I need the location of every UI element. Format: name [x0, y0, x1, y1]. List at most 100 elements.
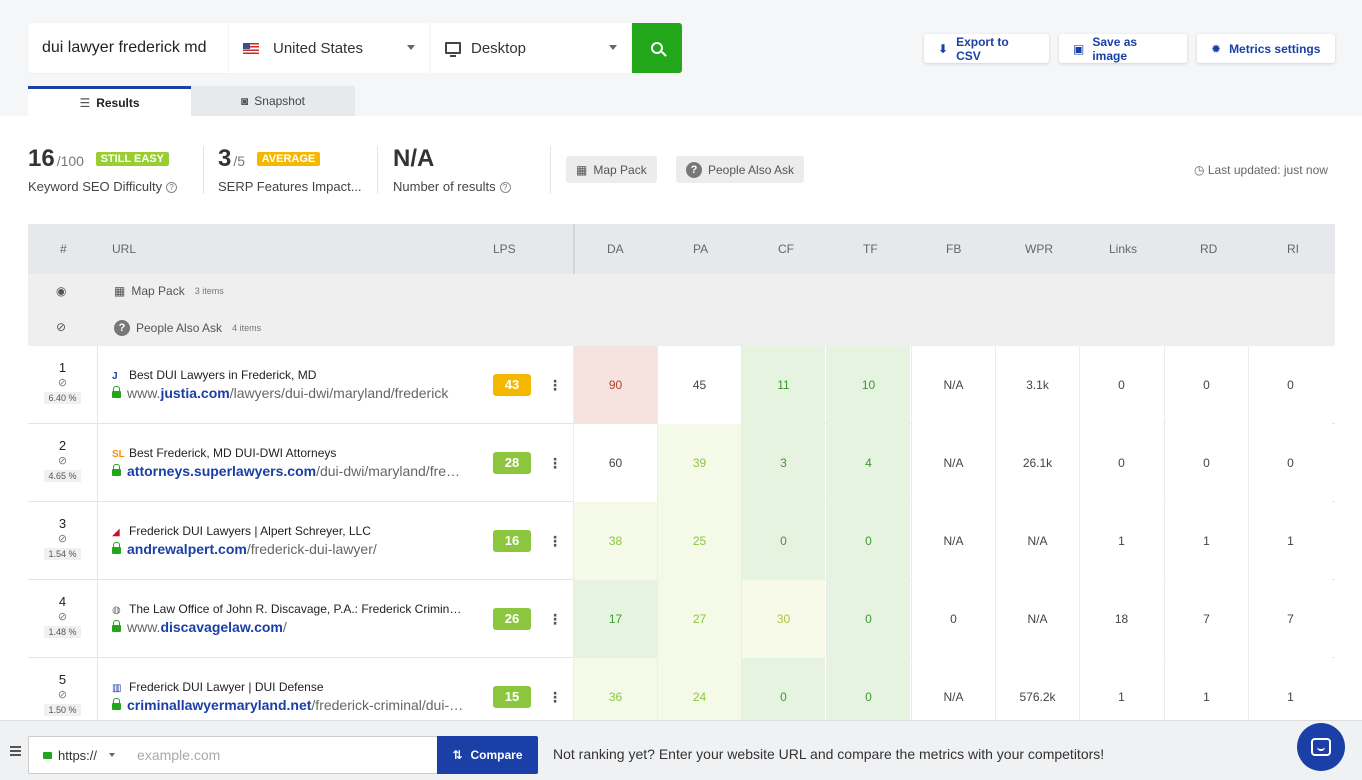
more-options-icon[interactable]: ⋮: [548, 608, 562, 630]
metric-cell-cf: 11: [741, 346, 825, 424]
device-value: Desktop: [471, 39, 527, 57]
more-options-icon[interactable]: ⋮: [548, 530, 562, 552]
url-domain: criminallawyermaryland.net: [127, 697, 312, 713]
map-pack-row[interactable]: ◉ ▦ Map Pack 3 items: [28, 274, 1335, 310]
lock-icon: [43, 751, 52, 759]
result-url[interactable]: criminallawyermaryland.net/frederick-cri…: [112, 697, 464, 713]
col-fb[interactable]: FB: [946, 242, 961, 256]
eye-off-icon[interactable]: ⊘: [56, 320, 66, 334]
result-title[interactable]: SL Best Frederick, MD DUI-DWI Attorneys: [112, 446, 464, 460]
difficulty-badge: STILL EASY: [95, 152, 169, 166]
list-icon: ☰: [79, 95, 91, 110]
protocol-select[interactable]: https://: [29, 748, 125, 763]
people-also-ask-chip[interactable]: ? People Also Ask: [676, 156, 805, 183]
sort-arrows-icon: ⇅: [452, 748, 463, 762]
result-title[interactable]: J Best DUI Lawyers in Frederick, MD: [112, 368, 464, 382]
col-wpr[interactable]: WPR: [1025, 242, 1053, 256]
menu-icon[interactable]: [10, 746, 21, 758]
favicon-icon: ▥: [112, 683, 122, 694]
col-pa[interactable]: PA: [693, 242, 708, 256]
eye-off-icon[interactable]: ⊘: [28, 454, 97, 467]
rank-number: 1: [58, 360, 67, 375]
more-options-icon[interactable]: ⋮: [548, 374, 562, 396]
metric-cell-cf: 0: [741, 502, 825, 580]
eye-off-icon[interactable]: ⊘: [28, 688, 97, 701]
help-icon[interactable]: ?: [499, 182, 511, 193]
compare-url-input[interactable]: https:// example.com: [28, 736, 438, 774]
save-image-label: Save as image: [1092, 34, 1138, 63]
result-title[interactable]: ▥ Frederick DUI Lawyer | DUI Defense: [112, 680, 464, 694]
search-button[interactable]: [632, 23, 682, 73]
chat-icon: [1311, 738, 1331, 756]
save-image-button[interactable]: ▣ Save as image: [1059, 34, 1187, 63]
ctr-badge: 1.48 %: [44, 626, 81, 638]
tab-results[interactable]: ☰ Results: [28, 86, 191, 116]
export-csv-button[interactable]: ⬇ Export to CSV: [924, 34, 1049, 63]
eye-off-icon[interactable]: ⊘: [28, 610, 97, 623]
metric-cell-tf: 4: [826, 424, 910, 502]
result-url[interactable]: www.discavagelaw.com/: [112, 619, 464, 635]
clock-icon: ◷: [1194, 163, 1205, 177]
col-cf[interactable]: CF: [778, 242, 794, 256]
ctr-badge: 1.54 %: [44, 548, 81, 560]
metrics-settings-label: Metrics settings: [1229, 41, 1321, 56]
map-pack-chip[interactable]: ▦ Map Pack: [566, 156, 657, 183]
url-domain: justia.com: [160, 385, 230, 401]
eye-icon[interactable]: ◉: [56, 284, 66, 298]
people-also-ask-row[interactable]: ⊘ ? People Also Ask 4 items: [28, 310, 1335, 346]
divider: [377, 146, 378, 194]
col-da[interactable]: DA: [607, 242, 624, 256]
lock-icon: [112, 386, 121, 398]
eye-off-icon[interactable]: ⊘: [28, 532, 97, 545]
compare-button[interactable]: ⇅ Compare: [437, 736, 538, 774]
divider: [550, 146, 551, 194]
chevron-down-icon: [109, 753, 116, 757]
lps-badge: 16: [493, 530, 531, 552]
metric-cell-pa: 25: [657, 502, 741, 580]
col-url: URL: [112, 242, 137, 256]
metric-cell-links: 18: [1079, 580, 1163, 658]
col-lps[interactable]: LPS: [493, 242, 516, 256]
metric-cell-rd: 0: [1164, 346, 1248, 424]
people-also-ask-count: 4 items: [232, 323, 262, 333]
serp-value: 3: [218, 145, 232, 172]
ctr-badge: 4.65 %: [44, 470, 81, 482]
help-icon[interactable]: ?: [166, 182, 178, 193]
result-url[interactable]: andrewalpert.com/frederick-dui-lawyer/: [112, 541, 464, 557]
compare-bar: https:// example.com ⇅ Compare Not ranki…: [0, 720, 1362, 780]
metric-cell-pa: 45: [657, 346, 741, 424]
col-rd[interactable]: RD: [1200, 242, 1217, 256]
chat-button[interactable]: [1297, 723, 1345, 771]
metrics-settings-button[interactable]: ✹ Metrics settings: [1197, 34, 1335, 63]
result-url[interactable]: attorneys.superlawyers.com/dui-dwi/maryl…: [112, 463, 464, 479]
rank-cell: 1 ⊘ 6.40 %: [28, 346, 98, 424]
result-url[interactable]: www.justia.com/lawyers/dui-dwi/maryland/…: [112, 385, 464, 401]
serp-label: SERP Features Impact...: [218, 179, 362, 194]
country-select[interactable]: United States: [229, 23, 429, 73]
result-title[interactable]: ◍ The Law Office of John R. Discavage, P.…: [112, 602, 464, 616]
tab-snapshot[interactable]: ◙ Snapshot: [191, 86, 355, 116]
difficulty-max: /100: [56, 153, 84, 169]
last-updated-text: Last updated: just now: [1207, 163, 1328, 177]
device-select[interactable]: Desktop: [431, 23, 631, 73]
ctr-badge: 1.50 %: [44, 704, 81, 716]
eye-off-icon[interactable]: ⊘: [28, 376, 97, 389]
metric-cell-wpr: 3.1k: [995, 346, 1079, 424]
more-options-icon[interactable]: ⋮: [548, 452, 562, 474]
metric-cell-pa: 27: [657, 580, 741, 658]
chevron-down-icon: [407, 45, 415, 50]
rank-number: 3: [58, 516, 67, 531]
serp-badge: AVERAGE: [256, 152, 321, 166]
more-options-icon[interactable]: ⋮: [548, 686, 562, 708]
map-icon: ▦: [114, 284, 126, 298]
result-title[interactable]: ◢ Frederick DUI Lawyers | Alpert Schreyer…: [112, 524, 464, 538]
metric-cell-wpr: N/A: [995, 502, 1079, 580]
chevron-down-icon: [609, 45, 617, 50]
col-ri[interactable]: RI: [1287, 242, 1299, 256]
metric-cell-ri: 1: [1248, 502, 1332, 580]
keyword-input[interactable]: dui lawyer frederick md: [28, 23, 228, 73]
col-links[interactable]: Links: [1109, 242, 1137, 256]
col-tf[interactable]: TF: [863, 242, 878, 256]
rank-cell: 2 ⊘ 4.65 %: [28, 424, 98, 502]
protocol-value: https://: [58, 747, 98, 763]
